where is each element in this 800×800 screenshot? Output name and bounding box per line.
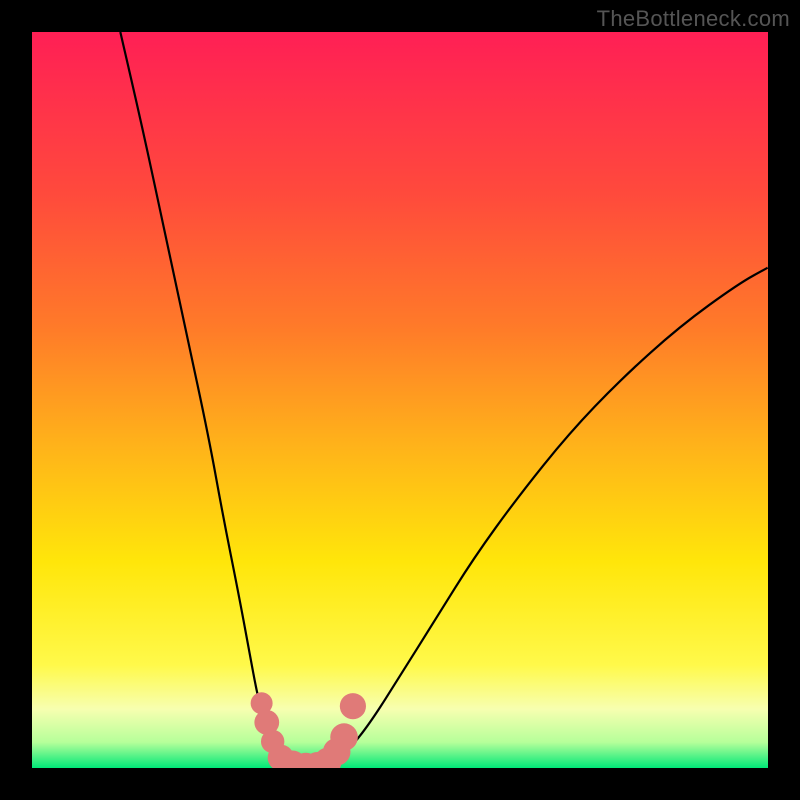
curve-marker — [330, 723, 358, 751]
chart-svg — [32, 32, 768, 768]
gradient-background — [32, 32, 768, 768]
watermark-text: TheBottleneck.com — [597, 6, 790, 32]
curve-marker — [340, 693, 366, 719]
plot-area — [32, 32, 768, 768]
chart-frame: TheBottleneck.com — [0, 0, 800, 800]
